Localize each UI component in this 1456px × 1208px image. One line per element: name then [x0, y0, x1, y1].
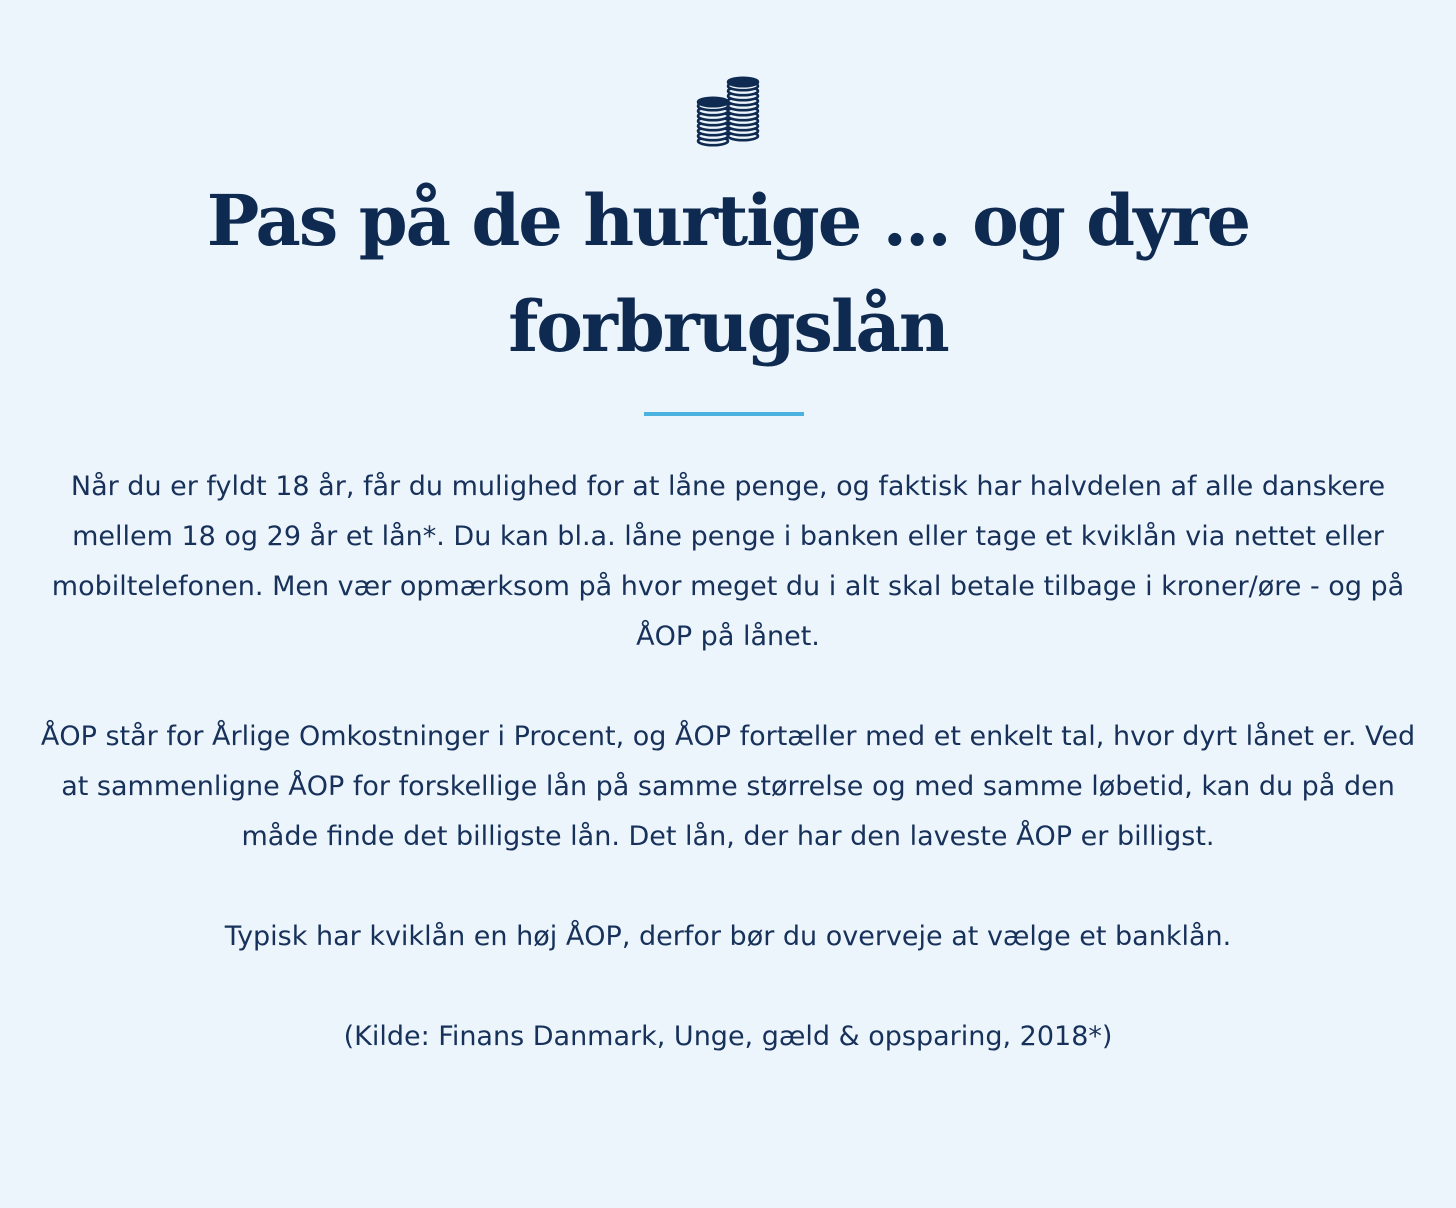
page-title: Pas på de hurtige ... og dyre forbrugslå…: [120, 168, 1336, 380]
aop-paragraph: ÅOP står for Årlige Omkostninger i Proce…: [40, 721, 1416, 852]
body-text: Når du er fyldt 18 år, får du mulighed f…: [40, 462, 1416, 1062]
intro-paragraph: Når du er fyldt 18 år, får du mulighed f…: [51, 471, 1405, 652]
loan-info-section: Pas på de hurtige ... og dyre forbrugslå…: [0, 0, 1456, 1208]
source-citation: (Kilde: Finans Danmark, Unge, gæld & ops…: [343, 1021, 1113, 1052]
page-title-line-2: forbrugslån: [508, 285, 950, 368]
coin-stack-icon: [693, 74, 765, 150]
page-title-line-1: Pas på de hurtige ... og dyre: [206, 179, 1251, 262]
tip-paragraph: Typisk har kviklån en høj ÅOP, derfor bø…: [224, 921, 1232, 952]
title-divider: [644, 412, 804, 416]
